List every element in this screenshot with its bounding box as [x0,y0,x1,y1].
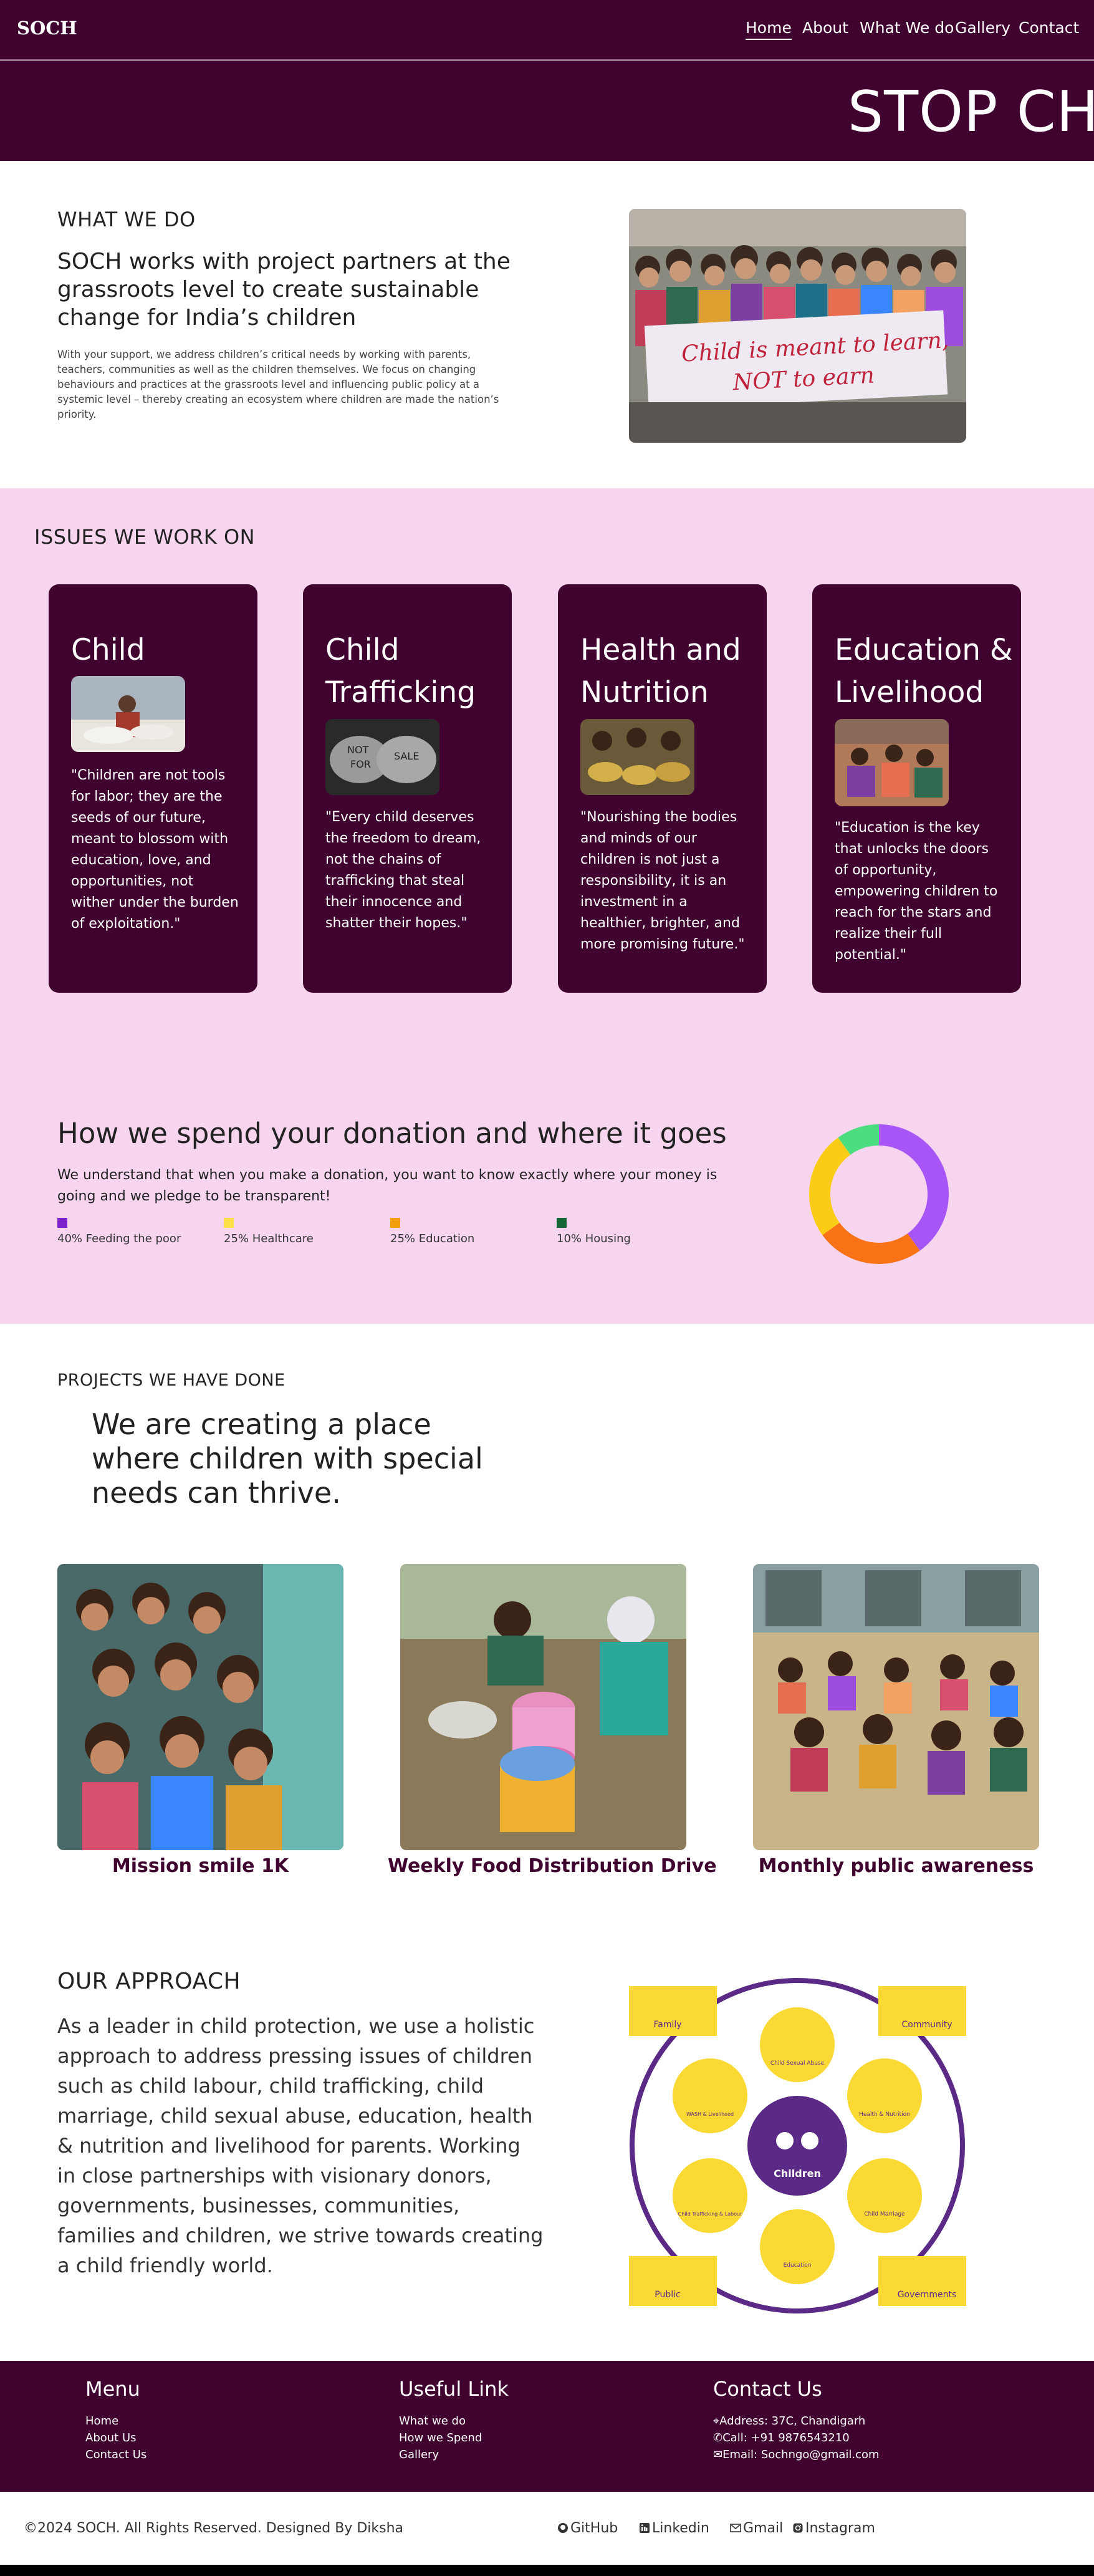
legend-label-housing: 10% Housing [557,1232,631,1245]
footer-menu-heading: Menu [85,2377,140,2401]
issue-card-quote: "Every child deserves the freedom to dre… [325,809,481,931]
footer-link-what-we-do[interactable]: What we do [399,2414,466,2428]
hero-marquee-text: STOP CHILD [848,79,1094,145]
nav-gallery[interactable]: Gallery [955,19,1010,37]
issue-card-quote: "Children are not tools for labor; they … [71,768,239,932]
project-caption: Weekly Food Distribution Drive [388,1855,717,1877]
project-photo-public-awareness[interactable] [753,1564,1039,1850]
approach-diagram: Family Community Public Governments Chil… [629,1977,966,2315]
legend-label-education: 25% Education [390,1232,475,1245]
legend-label-healthcare: 25% Healthcare [224,1232,314,1245]
donation-subtitle: We understand that when you make a donat… [57,1167,717,1204]
what-we-do-title: SOCH works with project partners at the … [57,249,511,330]
projects-heading: PROJECTS WE HAVE DONE [57,1371,285,1390]
social-linkedin[interactable]: Linkedin [639,2521,709,2536]
issues-heading: ISSUES WE WORK ON [34,525,256,549]
svg-text:FOR: FOR [350,758,371,770]
footer-email[interactable]: ✉Email: Sochngo@gmail.com [713,2448,880,2461]
legend-swatch-education [390,1218,400,1228]
projects-title: We are creating a place where children w… [92,1407,483,1510]
project-photo-food-drive[interactable] [400,1564,686,1850]
svg-text:Children: Children [774,2168,821,2179]
legend-swatch-housing [557,1218,567,1228]
site-logo[interactable]: SOCH [17,17,77,39]
footer-link-about[interactable]: About Us [85,2431,137,2444]
footer-phone[interactable]: ✆Call: +91 9876543210 [713,2431,850,2444]
donation-donut-chart [809,1124,949,1264]
donation-title: How we spend your donation and where it … [57,1117,727,1150]
nav-about[interactable]: About [802,19,848,37]
what-we-do-heading: WHAT WE DO [57,208,196,231]
copyright-text: ©2024 SOCH. All Rights Reserved. Designe… [24,2521,404,2536]
page-bottom-edge [0,2565,1094,2576]
instagram-icon [793,2523,803,2533]
footer: Menu Home About Us Contact Us Useful Lin… [0,2361,1094,2492]
svg-text:Education: Education [784,2262,812,2269]
gmail-icon [730,2524,741,2532]
social-gmail[interactable]: Gmail [730,2521,783,2536]
project-caption: Monthly public awareness [758,1855,1034,1877]
mail-icon: ✉ [713,2448,723,2461]
children-protest-photo: Child is meant to learn, NOT to earn [629,209,966,443]
legend-swatch-healthcare [224,1218,234,1228]
issue-card-quote: "Nourishing the bodies and minds of our … [580,809,745,952]
footer-address: ⌖Address: 37C, Chandigarh [713,2414,866,2428]
social-github[interactable]: GitHub [557,2521,618,2536]
project-photo-mission-smile[interactable] [57,1564,343,1850]
issue-card-health-nutrition[interactable]: Health and Nutrition "Nourishing the bod… [558,584,767,993]
svg-text:WASH & Livelihood: WASH & Livelihood [686,2111,734,2117]
svg-text:SALE: SALE [394,750,419,762]
linkedin-icon [640,2523,650,2533]
child-trafficking-photo: NOT FOR SALE [325,719,439,795]
navbar: SOCH Home About What We do Gallery Conta… [0,0,1094,60]
svg-text:Child Marriage: Child Marriage [864,2211,905,2217]
issue-card-title: Child Trafficking [325,633,476,710]
legend-label-feeding: 40% Feeding the poor [57,1232,181,1245]
approach-heading: OUR APPROACH [57,1969,241,1994]
legend-swatch-feeding [57,1218,67,1228]
issue-card-quote: "Education is the key that unlocks the d… [835,820,998,963]
social-instagram[interactable]: Instagram [792,2521,875,2536]
nav-contact[interactable]: Contact [1019,19,1079,37]
footer-contact-heading: Contact Us [713,2377,822,2401]
footer-useful-heading: Useful Link [399,2377,509,2401]
github-icon [558,2523,568,2533]
protest-photo-illustration: Child is meant to learn, NOT to earn [629,209,966,443]
footer-link-home[interactable]: Home [85,2414,118,2428]
issue-card-title: Education & Livelihood [835,633,1013,710]
approach-body: As a leader in child protection, we use … [57,2014,544,2277]
hero-banner: STOP CHILD [0,60,1094,161]
child-labour-photo [71,676,185,752]
project-caption: Mission smile 1K [112,1855,289,1877]
svg-text:Child Sexual Abuse: Child Sexual Abuse [770,2060,825,2067]
svg-text:Health & Nutrition: Health & Nutrition [859,2111,910,2118]
footer-link-how-we-spend[interactable]: How we Spend [399,2431,482,2444]
phone-icon: ✆ [713,2431,723,2444]
svg-text:Family: Family [653,2020,681,2030]
issue-card-title: Health and Nutrition [580,633,741,710]
footer-link-contact[interactable]: Contact Us [85,2448,146,2461]
svg-text:NOT: NOT [347,744,369,756]
what-we-do-body: With your support, we address children’s… [57,349,499,420]
nav-what-we-do[interactable]: What We do [860,19,954,37]
svg-text:Community: Community [901,2020,952,2030]
issue-card-education-livelihood[interactable]: Education & Livelihood "Education is the… [812,584,1021,993]
health-nutrition-photo [580,719,694,795]
footer-link-gallery[interactable]: Gallery [399,2448,439,2461]
svg-text:Child Trafficking & Labour: Child Trafficking & Labour [678,2211,742,2217]
svg-text:Public: Public [655,2290,680,2300]
issue-card-child-trafficking[interactable]: Child Trafficking NOT FOR SALE "Every chil… [303,584,512,993]
education-livelihood-photo [835,719,949,806]
location-icon: ⌖ [713,2414,720,2428]
nav-home[interactable]: Home [746,19,792,40]
issue-card-child-labour[interactable]: Child Labour "Children are not tools for… [49,584,257,993]
svg-text:Governments: Governments [898,2290,957,2300]
